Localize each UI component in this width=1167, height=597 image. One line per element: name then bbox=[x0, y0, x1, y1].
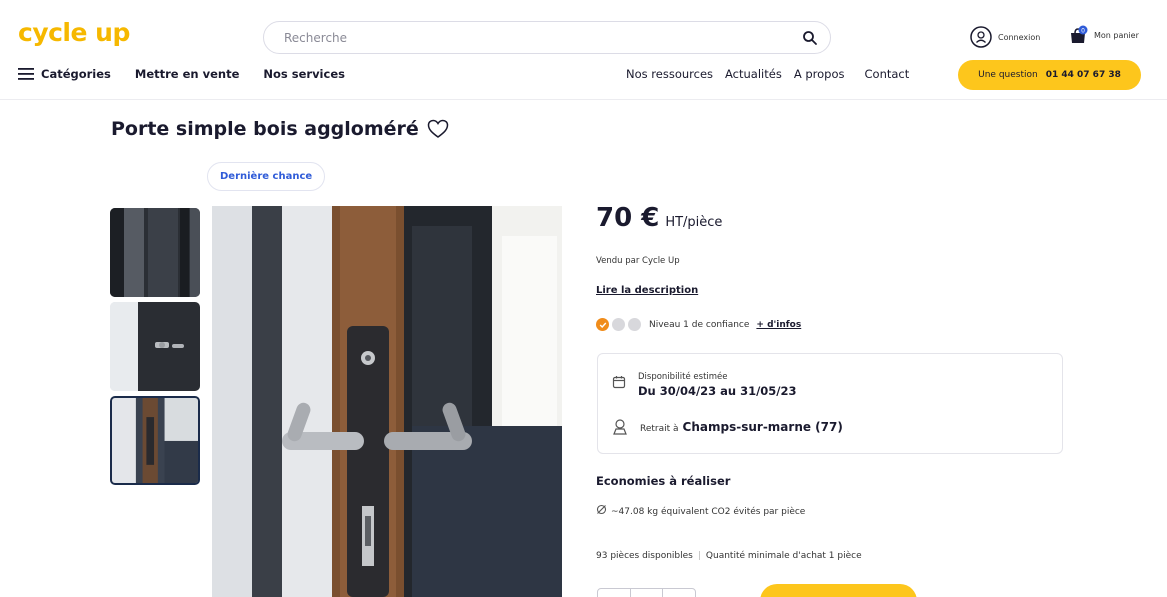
stock-separator: | bbox=[697, 551, 701, 561]
price-block: 70 € HT/pièce bbox=[596, 203, 722, 233]
categories-menu[interactable]: Catégories bbox=[18, 67, 111, 81]
search-bar[interactable] bbox=[263, 21, 831, 54]
seller-info: Vendu par Cycle Up bbox=[596, 256, 680, 266]
read-description-link[interactable]: Lire la description bbox=[596, 285, 698, 296]
co2-savings-text: ~47.08 kg équivalent CO2 évités par pièc… bbox=[611, 507, 806, 517]
quantity-input[interactable] bbox=[631, 589, 664, 597]
add-to-cart-button[interactable] bbox=[760, 584, 917, 597]
trust-dot-3 bbox=[628, 318, 641, 331]
product-title: Porte simple bois aggloméré bbox=[111, 118, 449, 140]
co2-savings: ~47.08 kg équivalent CO2 évités par pièc… bbox=[596, 504, 826, 519]
product-title-text: Porte simple bois aggloméré bbox=[111, 118, 419, 140]
question-label: Une question bbox=[978, 70, 1038, 80]
availability-dates: Du 30/04/23 au 31/05/23 bbox=[638, 384, 797, 398]
main-product-photo[interactable] bbox=[212, 206, 562, 597]
price-amount: 70 € bbox=[596, 203, 660, 233]
availability-box: Disponibilité estimée Du 30/04/23 au 31/… bbox=[597, 353, 1063, 454]
location-person-icon bbox=[613, 419, 627, 435]
trust-level: Niveau 1 de confiance + d'infos bbox=[596, 318, 801, 331]
heart-icon[interactable] bbox=[427, 119, 449, 139]
price-unit: HT/pièce bbox=[665, 215, 723, 230]
nav-contact[interactable]: Contact bbox=[865, 67, 910, 81]
cycle-up-logo[interactable]: cycle up bbox=[18, 18, 130, 47]
search-input[interactable] bbox=[284, 29, 784, 47]
calendar-icon bbox=[612, 376, 626, 389]
stock-available: 93 pièces disponibles bbox=[596, 551, 693, 561]
quantity-decrease-button[interactable] bbox=[598, 589, 631, 597]
pickup-city: Champs-sur-marne (77) bbox=[682, 420, 843, 434]
login-link[interactable]: Connexion bbox=[970, 26, 1040, 48]
thumbnail-1[interactable] bbox=[110, 208, 200, 297]
trust-dot-1 bbox=[596, 318, 609, 331]
trust-dot-2 bbox=[612, 318, 625, 331]
check-icon bbox=[599, 322, 606, 328]
trust-more-info-link[interactable]: + d'infos bbox=[756, 320, 801, 330]
pickup-label: Retrait à bbox=[640, 424, 679, 434]
minimum-quantity: Quantité minimale d'achat 1 pièce bbox=[705, 551, 862, 561]
nav-news[interactable]: Actualités bbox=[725, 67, 782, 81]
nav-about[interactable]: A propos bbox=[794, 67, 845, 81]
cart-icon: 0 bbox=[1071, 25, 1088, 43]
login-label: Connexion bbox=[998, 32, 1041, 42]
quantity-increase-button[interactable] bbox=[663, 589, 695, 597]
nav-resources[interactable]: Nos ressources bbox=[626, 67, 713, 81]
menu-icon bbox=[18, 68, 34, 80]
availability-label: Disponibilité estimée bbox=[638, 372, 728, 382]
trust-level-label: Niveau 1 de confiance bbox=[649, 319, 750, 330]
categories-label: Catégories bbox=[41, 67, 111, 81]
cart-link[interactable]: 0 Mon panier bbox=[1068, 25, 1139, 45]
savings-title: Economies à réaliser bbox=[596, 474, 731, 488]
quantity-stepper[interactable] bbox=[597, 588, 696, 597]
leaf-icon bbox=[596, 504, 607, 515]
nav-sell[interactable]: Mettre en vente bbox=[135, 67, 239, 81]
nav-services[interactable]: Nos services bbox=[263, 67, 345, 81]
pickup-row: Retrait à Champs-sur-marne (77) bbox=[612, 418, 843, 436]
cart-count: 0 bbox=[1081, 28, 1085, 35]
phone-number: 01 44 07 67 38 bbox=[1045, 70, 1121, 80]
search-icon[interactable] bbox=[802, 30, 818, 46]
question-phone-button[interactable]: Une question 01 44 07 67 38 bbox=[958, 60, 1141, 90]
cart-label: Mon panier bbox=[1094, 30, 1139, 40]
thumbnail-2[interactable] bbox=[110, 302, 200, 391]
availability-row: Disponibilité estimée Du 30/04/23 au 31/… bbox=[612, 372, 797, 398]
thumbnail-3[interactable] bbox=[110, 396, 200, 485]
stock-info: 93 pièces disponibles | Quantité minimale … bbox=[596, 551, 862, 561]
last-chance-badge: Dernière chance bbox=[207, 162, 326, 191]
user-icon bbox=[970, 26, 992, 48]
